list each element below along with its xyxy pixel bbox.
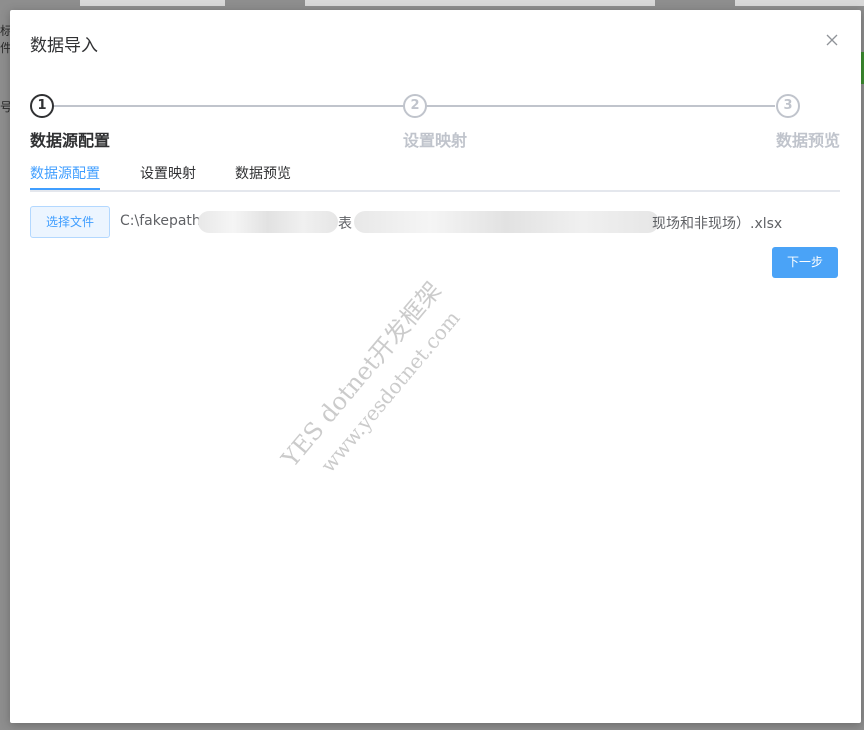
import-dialog: 数据导入 1 数据源配置 2 设置映射 3 数据预览 数据源配置 设置映射 数据… [10, 10, 861, 723]
bg-toolbar-field [305, 0, 655, 6]
file-path-mid: 表 [338, 216, 352, 232]
close-icon[interactable] [823, 32, 841, 50]
bg-text-fragment: 标件 [0, 24, 10, 55]
step-1-icon: 1 [30, 94, 54, 118]
file-path-start: C:\fakepath [120, 213, 201, 229]
step-connector [52, 105, 404, 107]
redacted-text [354, 211, 659, 233]
tab-bar: 数据源配置 设置映射 数据预览 [30, 160, 840, 192]
bg-toolbar-field [80, 0, 225, 6]
tab-mapping[interactable]: 设置映射 [140, 163, 196, 183]
file-path: C:\fakepath 表 现场和非现场）.xlsx [120, 211, 800, 233]
watermark: YES dotnet开发框架 www.yesdotnet.com [272, 273, 471, 493]
file-path-end: 现场和非现场）.xlsx [652, 216, 783, 232]
watermark-line-2: www.yesdotnet.com [315, 306, 465, 478]
step-connector [426, 105, 775, 107]
choose-file-button[interactable]: 选择文件 [30, 206, 110, 238]
close-icon-glyph [826, 34, 838, 46]
redacted-text [198, 211, 338, 233]
steps: 1 数据源配置 2 设置映射 3 数据预览 [30, 94, 842, 154]
step-2-title: 设置映射 [403, 131, 468, 150]
active-tab-indicator [30, 188, 100, 190]
step-3-title: 数据预览 [776, 131, 841, 150]
step-3-icon: 3 [776, 94, 800, 118]
watermark-line-1: YES dotnet开发框架 [276, 276, 447, 473]
step-1-title: 数据源配置 [30, 131, 111, 150]
tab-data-source[interactable]: 数据源配置 [30, 163, 100, 183]
bg-toolbar-field [735, 0, 864, 6]
bg-text-fragment: 号 [0, 100, 10, 114]
next-step-button[interactable]: 下一步 [772, 247, 838, 278]
step-2-icon: 2 [403, 94, 427, 118]
dialog-title: 数据导入 [30, 36, 98, 56]
tab-preview[interactable]: 数据预览 [235, 163, 291, 183]
